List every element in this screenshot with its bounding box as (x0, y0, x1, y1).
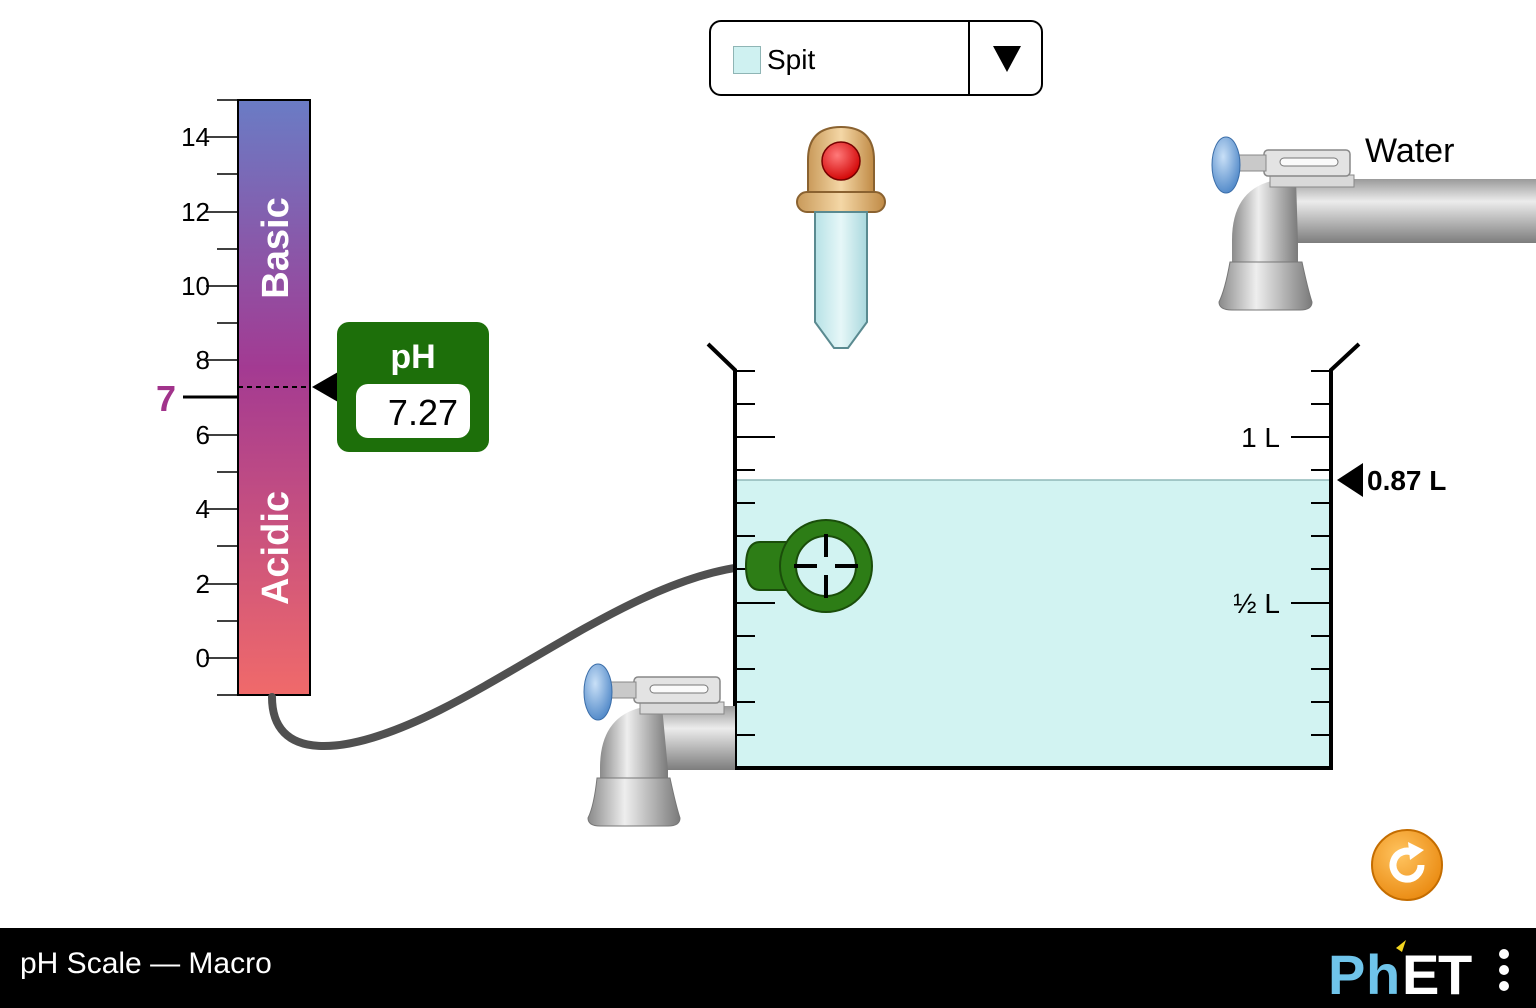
ph-tick-label: 6 (196, 420, 210, 450)
ph-scale: 14 12 10 8 6 4 2 0 7 Basic Acidic (156, 99, 338, 696)
phet-logo[interactable]: P h E T (1328, 938, 1488, 1002)
beaker-label-half: ½ L (1233, 588, 1280, 619)
reset-icon[interactable] (1370, 828, 1444, 902)
ph-tick-label: 12 (181, 197, 210, 227)
volume-indicator-arrow (1337, 463, 1363, 498)
ph-tick-label: 8 (196, 345, 210, 375)
kebab-menu-icon[interactable] (1492, 946, 1516, 994)
simulation-scene: 14 12 10 8 6 4 2 0 7 Basic Acidic 1 L ½ … (0, 0, 1536, 928)
solute-dropdown[interactable]: Spit (709, 20, 1043, 96)
dropper-icon[interactable] (796, 125, 886, 349)
solute-color-swatch (733, 46, 761, 74)
drain-faucet-icon[interactable] (583, 663, 735, 827)
ph-value-box: 7.27 (356, 384, 470, 438)
ph-indicator-arrow (312, 372, 338, 402)
svg-text:E: E (1402, 943, 1439, 1002)
solute-dropdown-label: Spit (767, 44, 816, 75)
volume-readout: 0.87 L (1367, 465, 1446, 496)
chevron-down-icon[interactable] (971, 22, 1043, 94)
basic-label: Basic (255, 197, 297, 298)
ph-meter: pH 7.27 (337, 322, 489, 452)
ph-value: 7.27 (387, 392, 458, 433)
ph-tick-label: 14 (181, 122, 210, 152)
ph-tick-label: 0 (196, 643, 210, 673)
neutral-label: 7 (156, 378, 176, 419)
ph-tick-label: 4 (196, 494, 210, 524)
sim-title: pH Scale — Macro (20, 947, 272, 980)
ph-tick-label: 2 (196, 569, 210, 599)
svg-text:h: h (1366, 943, 1400, 1002)
water-faucet-label: Water (1365, 132, 1454, 170)
acidic-label: Acidic (255, 491, 297, 605)
ph-meter-title: pH (390, 338, 436, 376)
svg-text:P: P (1328, 943, 1365, 1002)
dropdown-divider (968, 22, 970, 94)
beaker-label-1l: 1 L (1241, 422, 1280, 453)
svg-text:T: T (1438, 943, 1472, 1002)
ph-tick-label: 10 (181, 271, 210, 301)
